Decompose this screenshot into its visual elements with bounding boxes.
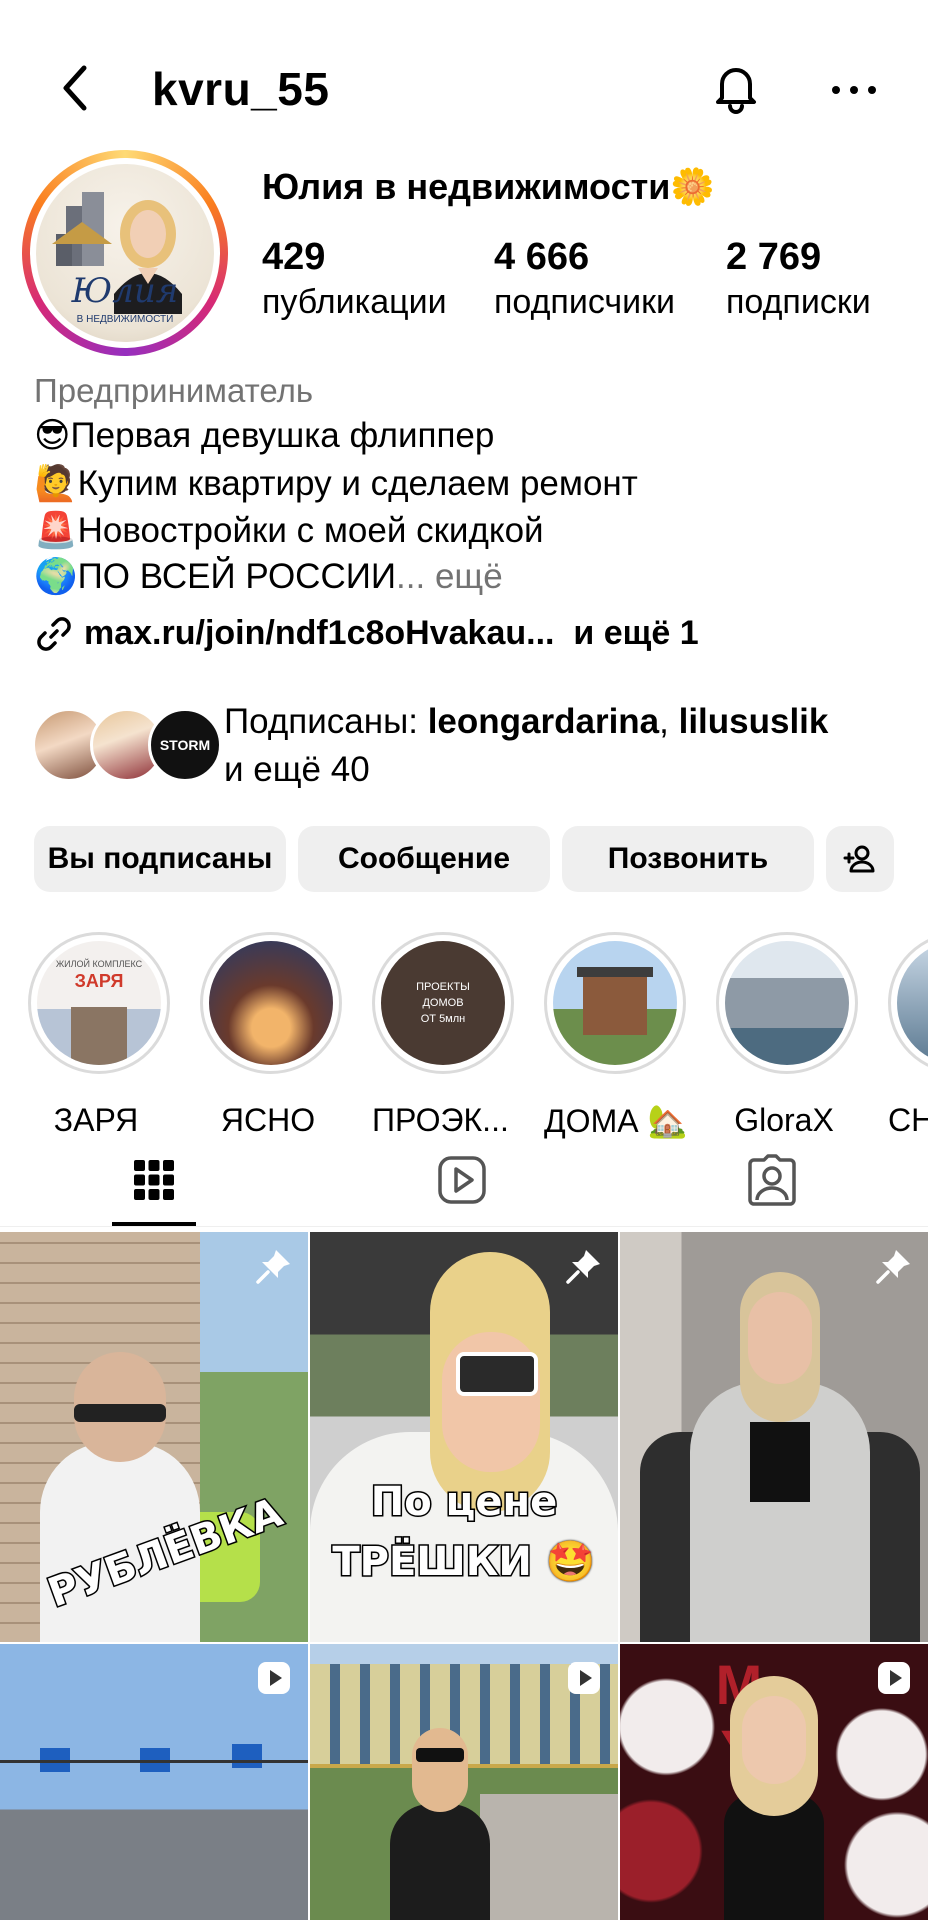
post-tile-2[interactable]: По цене ТРЁШКИ 🤩 [310,1232,618,1642]
avatar-text-sub: В НЕДВИЖИМОСТИ [77,314,174,325]
highlight-zarya[interactable]: ЖИЛОЙ КОМПЛЕКС ЗАРЯ ЗАРЯ [28,932,170,1139]
link-icon [37,617,71,651]
highlight-label: ПРОЭК... [372,1102,509,1138]
reels-icon [878,1662,910,1694]
call-button[interactable]: Позвонить [562,826,814,892]
siren-emoji-icon: 🚨 [34,511,78,550]
sunglasses-emoji-icon: 😎 [34,416,71,455]
avatar-image: Юлия В НЕДВИЖИМОСТИ [52,192,182,325]
bio-line-text: Новостройки с моей скидкой [77,511,544,550]
more-options-button[interactable] [822,62,886,118]
followed-by-prefix: Подписаны: [224,702,428,741]
bio-link-row[interactable]: max.ru/join/ndf1c8oHvakau... и ещё 1 [34,614,699,654]
bio-line-4: 🌍ПО ВСЕЙ РОССИИ... ещё [34,556,503,597]
highlight-projects-line3: ОТ 5млн [420,1013,466,1025]
followed-by-sep: , [659,702,679,741]
username: kvru_55 [152,63,330,115]
highlight-label: СН [888,1102,928,1138]
tagged-icon [748,1154,796,1206]
stat-posts-label: публикации [262,283,447,321]
chevron-left-icon [63,65,87,111]
highlight-yasno[interactable]: ЯСНО [200,932,342,1139]
highlight-label: ДОМА 🏡 [544,1103,688,1139]
followed-by-text[interactable]: Подписаны: leongardarina, lilususlik и е… [224,698,828,794]
tab-divider [0,1226,928,1227]
add-user-icon [843,845,875,873]
reels-icon [258,1662,290,1694]
pin-icon [256,1250,290,1284]
post-caption-line1: По цене [369,1478,558,1527]
more-horizontal-icon [832,86,876,94]
highlight-projects-line1: ПРОЕКТЫ [416,981,470,993]
bio-line-text: Первая девушка флиппер [70,416,495,455]
reels-icon [568,1662,600,1694]
bio-link-more[interactable]: и ещё 1 [573,614,698,652]
grid-icon [134,1160,174,1200]
profile-category: Предприниматель [34,372,314,409]
followed-by-user1: leongardarina [427,702,660,741]
profile-avatar[interactable]: Юлия В НЕДВИЖИМОСТИ [22,150,228,356]
stat-followers-label: подписчики [494,283,676,321]
highlight-label: ЯСНО [220,1102,316,1138]
followed-by-suffix: и ещё 40 [224,750,370,789]
stat-posts-value: 429 [262,236,326,278]
pin-icon [566,1250,600,1284]
post-tile-4[interactable] [0,1644,308,1920]
display-name: Юлия в недвижимости🌼 [262,166,716,207]
post-caption-line2: ТРЁШКИ 🤩 [331,1538,597,1587]
tab-grid[interactable] [122,1148,186,1212]
tab-tagged[interactable] [740,1148,804,1212]
highlight-zarya-title: ЗАРЯ [74,971,124,991]
reels-icon [438,1156,486,1204]
bio-line-1: 😎Первая девушка флиппер [34,416,494,456]
stat-followers[interactable]: 4 666 подписчики [494,236,675,322]
highlight-houses[interactable]: ДОМА 🏡 [544,932,688,1140]
post-tile-6[interactable]: M Y [620,1644,928,1920]
bio-link-text[interactable]: max.ru/join/ndf1c8oHvakau... [84,614,554,652]
bio-more-link[interactable]: ... ещё [396,557,503,596]
stat-following-label: подписки [726,283,871,321]
back-button[interactable] [56,60,96,116]
message-button[interactable]: Сообщение [298,826,550,892]
raising-hand-emoji-icon: 🙋 [34,464,78,503]
highlight-label: GloraX [734,1102,834,1138]
highlight-glorax[interactable]: GloraX [716,932,858,1139]
following-button[interactable]: Вы подписаны [34,826,286,892]
stat-following-value: 2 769 [726,236,822,278]
stat-followers-value: 4 666 [494,236,590,278]
globe-emoji-icon: 🌍 [34,557,78,596]
highlight-projects[interactable]: ПРОЕКТЫ ДОМОВ ОТ 5млн ПРОЭК... [372,932,514,1139]
bio-line-3: 🚨Новостройки с моей скидкой [34,510,544,551]
followed-by-user2: lilususlik [678,702,829,741]
bio-line-text: ПО ВСЕЙ РОССИИ [77,557,397,596]
bio-line-text: Купим квартиру и сделаем ремонт [77,464,638,503]
post-tile-5[interactable] [310,1644,618,1920]
follower-avatar-3[interactable]: STORM [148,708,222,782]
avatar-text-main: Юлия [71,271,179,311]
notifications-button[interactable] [708,60,764,116]
stat-posts[interactable]: 429 публикации [262,236,447,322]
bell-icon [716,68,756,114]
bio-line-2: 🙋Купим квартиру и сделаем ремонт [34,463,638,504]
highlight-zarya-subtitle: ЖИЛОЙ КОМПЛЕКС [55,959,143,969]
post-caption: По цене ТРЁШКИ 🤩 [310,1472,618,1592]
suggest-users-button[interactable] [826,826,894,892]
stat-following[interactable]: 2 769 подписки [726,236,871,322]
highlight-label: ЗАРЯ [53,1102,139,1138]
highlight-sn[interactable]: СН [888,932,928,1139]
highlight-projects-line2: ДОМОВ [422,997,464,1009]
pin-icon [876,1250,910,1284]
tab-reels[interactable] [430,1148,494,1212]
post-tile-1[interactable]: РУБЛЁВКА [0,1232,308,1642]
post-tile-3[interactable] [620,1232,928,1642]
